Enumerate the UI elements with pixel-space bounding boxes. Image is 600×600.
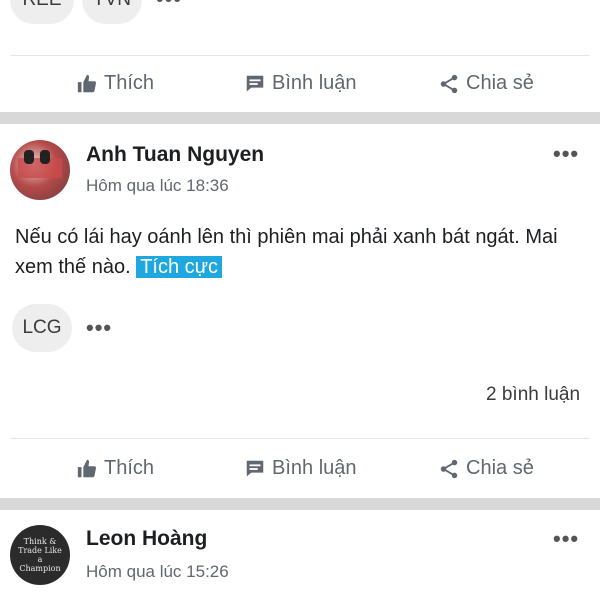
post-separator [0,112,600,124]
ticker-chip-ree[interactable]: REE [10,0,74,24]
post-author[interactable]: Anh Tuan Nguyen [86,143,264,167]
share-icon [440,74,458,93]
more-options-icon[interactable]: ••• [553,143,579,165]
divider [10,438,590,439]
more-tickers-icon[interactable]: ••• [86,317,112,339]
comment-icon [246,75,264,91]
avatar[interactable] [10,140,70,200]
more-tickers-icon[interactable]: ••• [156,0,182,10]
sentiment-tag[interactable]: Tích cực [136,256,223,278]
comment-icon [246,460,264,476]
share-label: Chia sẻ [466,457,534,479]
more-options-icon[interactable]: ••• [553,528,579,550]
divider [10,55,590,56]
post-time[interactable]: Hôm qua lúc 15:26 [86,562,229,582]
post-body: Nếu có lái hay oánh lên thì phiên mai ph… [15,226,558,278]
share-button[interactable]: Chia sẻ [438,72,534,95]
post-text: Nếu có lái hay oánh lên thì phiên mai ph… [15,222,575,282]
comment-button[interactable]: Bình luận [244,457,357,480]
ticker-label: TVN [93,0,131,11]
share-label: Chia sẻ [466,72,534,94]
comment-button[interactable]: Bình luận [244,72,357,95]
avatar[interactable]: Think & Trade Like a Champion [10,525,70,585]
like-button[interactable]: Thích [76,457,154,480]
comments-count[interactable]: 2 bình luận [486,384,580,406]
comment-label: Bình luận [272,72,357,94]
post-separator [0,498,600,510]
like-label: Thích [104,72,155,94]
post-time[interactable]: Hôm qua lúc 18:36 [86,176,229,196]
like-label: Thích [104,457,155,479]
ticker-chip-tvn[interactable]: TVN [82,0,142,24]
post-author[interactable]: Leon Hoàng [86,527,207,551]
thumbs-up-icon [77,74,97,92]
like-button[interactable]: Thích [76,72,154,95]
share-icon [440,459,458,478]
share-button[interactable]: Chia sẻ [438,457,534,480]
ticker-label: REE [22,0,61,11]
avatar-book-title: Think & Trade Like a Champion [18,537,62,573]
thumbs-up-icon [77,459,97,477]
ticker-label: LCG [22,317,62,338]
ticker-chip-lcg[interactable]: LCG [12,304,72,352]
comment-label: Bình luận [272,457,357,479]
